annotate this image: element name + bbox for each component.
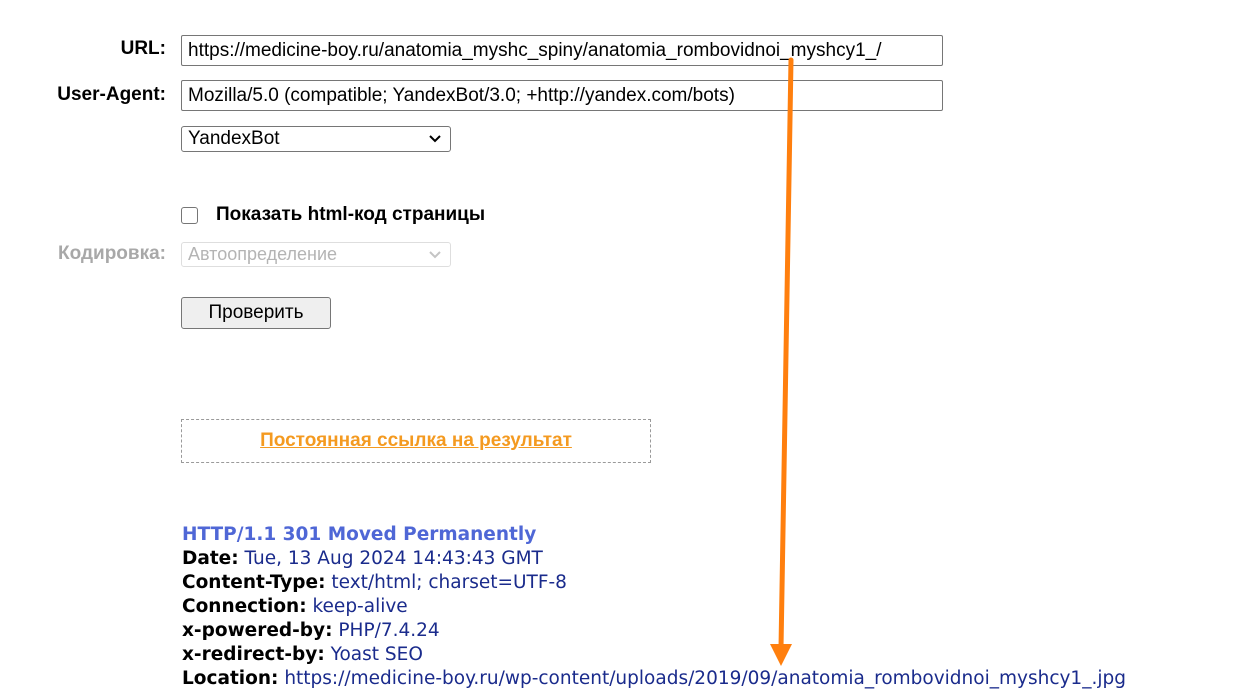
submit-button[interactable]: Проверить (181, 297, 331, 329)
bot-select-value: YandexBot (188, 128, 280, 149)
header-row-connection: Connection: keep-alive (182, 595, 1126, 619)
header-value: https://medicine-boy.ru/wp-content/uploa… (284, 668, 1126, 689)
bot-select[interactable]: YandexBot (181, 126, 451, 152)
header-key: x-redirect-by: (182, 644, 325, 665)
header-value: Yoast SEO (330, 644, 423, 665)
show-html-checkbox[interactable] (181, 207, 198, 224)
user-agent-input[interactable] (181, 80, 943, 111)
user-agent-label: User-Agent: (57, 84, 166, 105)
url-label: URL: (120, 38, 166, 59)
header-key: Date: (182, 548, 239, 569)
response-headers: HTTP/1.1 301 Moved Permanently Date: Tue… (182, 523, 1126, 691)
header-row-content-type: Content-Type: text/html; charset=UTF-8 (182, 571, 1126, 595)
header-check-page: URL: User-Agent: YandexBot Показать html… (0, 0, 1239, 698)
url-input[interactable] (181, 35, 943, 66)
encoding-select-value: Автоопределение (188, 244, 338, 264)
chevron-down-icon (429, 250, 441, 258)
show-html-label: Показать html-код страницы (216, 204, 486, 225)
status-line: HTTP/1.1 301 Moved Permanently (182, 524, 537, 545)
permalink-link[interactable]: Постоянная ссылка на результат (260, 430, 572, 452)
header-row-location: Location: https://medicine-boy.ru/wp-con… (182, 667, 1126, 691)
header-row-date: Date: Tue, 13 Aug 2024 14:43:43 GMT (182, 547, 1126, 571)
header-key: Location: (182, 668, 279, 689)
chevron-down-icon (429, 135, 441, 143)
header-key: Content-Type: (182, 572, 326, 593)
header-value: keep-alive (312, 596, 408, 617)
header-value: Tue, 13 Aug 2024 14:43:43 GMT (244, 548, 543, 569)
header-value: PHP/7.4.24 (338, 620, 440, 641)
header-row-x-redirect-by: x-redirect-by: Yoast SEO (182, 643, 1126, 667)
permalink-box: Постоянная ссылка на результат (181, 419, 651, 463)
header-row-x-powered-by: x-powered-by: PHP/7.4.24 (182, 619, 1126, 643)
header-value: text/html; charset=UTF-8 (331, 572, 567, 593)
encoding-select[interactable]: Автоопределение (181, 242, 451, 267)
header-key: Connection: (182, 596, 307, 617)
header-key: x-powered-by: (182, 620, 333, 641)
encoding-label: Кодировка: (58, 243, 166, 264)
